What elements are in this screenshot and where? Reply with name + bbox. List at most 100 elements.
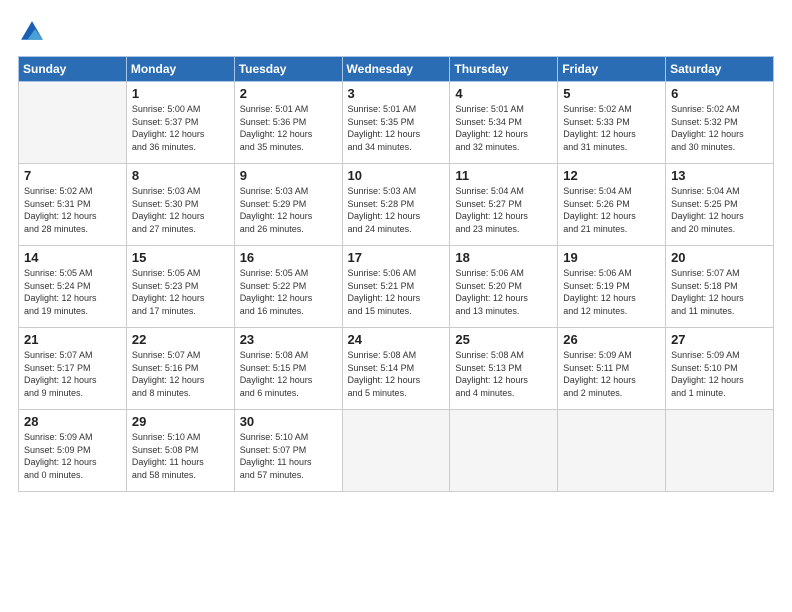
day-number: 3 [348, 86, 445, 101]
day-info: Sunrise: 5:05 AM Sunset: 5:23 PM Dayligh… [132, 267, 229, 317]
day-cell: 21 Sunrise: 5:07 AM Sunset: 5:17 PM Dayli… [19, 328, 127, 410]
day-cell: 15 Sunrise: 5:05 AM Sunset: 5:23 PM Dayli… [126, 246, 234, 328]
day-info: Sunrise: 5:08 AM Sunset: 5:15 PM Dayligh… [240, 349, 337, 399]
day-cell: 11 Sunrise: 5:04 AM Sunset: 5:27 PM Dayli… [450, 164, 558, 246]
day-cell: 5 Sunrise: 5:02 AM Sunset: 5:33 PM Daylig… [558, 82, 666, 164]
day-info: Sunrise: 5:02 AM Sunset: 5:32 PM Dayligh… [671, 103, 768, 153]
day-number: 7 [24, 168, 121, 183]
logo-icon [18, 18, 46, 46]
day-number: 26 [563, 332, 660, 347]
day-number: 22 [132, 332, 229, 347]
logo [18, 18, 50, 46]
day-number: 2 [240, 86, 337, 101]
day-cell: 20 Sunrise: 5:07 AM Sunset: 5:18 PM Dayli… [666, 246, 774, 328]
day-info: Sunrise: 5:08 AM Sunset: 5:14 PM Dayligh… [348, 349, 445, 399]
weekday-header-thursday: Thursday [450, 57, 558, 82]
day-info: Sunrise: 5:02 AM Sunset: 5:31 PM Dayligh… [24, 185, 121, 235]
day-number: 27 [671, 332, 768, 347]
day-info: Sunrise: 5:04 AM Sunset: 5:25 PM Dayligh… [671, 185, 768, 235]
day-cell: 30 Sunrise: 5:10 AM Sunset: 5:07 PM Dayli… [234, 410, 342, 492]
day-cell: 19 Sunrise: 5:06 AM Sunset: 5:19 PM Dayli… [558, 246, 666, 328]
day-number: 23 [240, 332, 337, 347]
day-number: 19 [563, 250, 660, 265]
weekday-header-saturday: Saturday [666, 57, 774, 82]
day-info: Sunrise: 5:10 AM Sunset: 5:07 PM Dayligh… [240, 431, 337, 481]
day-number: 6 [671, 86, 768, 101]
day-cell: 13 Sunrise: 5:04 AM Sunset: 5:25 PM Dayli… [666, 164, 774, 246]
day-info: Sunrise: 5:06 AM Sunset: 5:21 PM Dayligh… [348, 267, 445, 317]
day-number: 11 [455, 168, 552, 183]
weekday-header-friday: Friday [558, 57, 666, 82]
day-info: Sunrise: 5:09 AM Sunset: 5:09 PM Dayligh… [24, 431, 121, 481]
day-cell: 16 Sunrise: 5:05 AM Sunset: 5:22 PM Dayli… [234, 246, 342, 328]
day-cell: 7 Sunrise: 5:02 AM Sunset: 5:31 PM Daylig… [19, 164, 127, 246]
day-number: 16 [240, 250, 337, 265]
day-number: 10 [348, 168, 445, 183]
day-number: 28 [24, 414, 121, 429]
day-number: 13 [671, 168, 768, 183]
day-cell [558, 410, 666, 492]
day-info: Sunrise: 5:04 AM Sunset: 5:26 PM Dayligh… [563, 185, 660, 235]
day-number: 15 [132, 250, 229, 265]
day-cell: 22 Sunrise: 5:07 AM Sunset: 5:16 PM Dayli… [126, 328, 234, 410]
day-number: 21 [24, 332, 121, 347]
day-info: Sunrise: 5:03 AM Sunset: 5:29 PM Dayligh… [240, 185, 337, 235]
day-cell: 28 Sunrise: 5:09 AM Sunset: 5:09 PM Dayli… [19, 410, 127, 492]
day-cell: 18 Sunrise: 5:06 AM Sunset: 5:20 PM Dayli… [450, 246, 558, 328]
week-row-5: 28 Sunrise: 5:09 AM Sunset: 5:09 PM Dayli… [19, 410, 774, 492]
day-info: Sunrise: 5:02 AM Sunset: 5:33 PM Dayligh… [563, 103, 660, 153]
day-cell: 14Sunrise: 5:05 AM Sunset: 5:24 PM Dayli… [19, 246, 127, 328]
day-info: Sunrise: 5:01 AM Sunset: 5:35 PM Dayligh… [348, 103, 445, 153]
day-number: 18 [455, 250, 552, 265]
day-info: Sunrise: 5:08 AM Sunset: 5:13 PM Dayligh… [455, 349, 552, 399]
day-info: Sunrise: 5:00 AM Sunset: 5:37 PM Dayligh… [132, 103, 229, 153]
day-number: 20 [671, 250, 768, 265]
day-number: 25 [455, 332, 552, 347]
day-cell: 6 Sunrise: 5:02 AM Sunset: 5:32 PM Daylig… [666, 82, 774, 164]
day-info: Sunrise: 5:07 AM Sunset: 5:17 PM Dayligh… [24, 349, 121, 399]
day-number: 4 [455, 86, 552, 101]
day-info: Sunrise: 5:01 AM Sunset: 5:36 PM Dayligh… [240, 103, 337, 153]
day-info: Sunrise: 5:07 AM Sunset: 5:18 PM Dayligh… [671, 267, 768, 317]
day-cell: 27 Sunrise: 5:09 AM Sunset: 5:10 PM Dayli… [666, 328, 774, 410]
day-number: 17 [348, 250, 445, 265]
day-number: 29 [132, 414, 229, 429]
day-info: Sunrise: 5:09 AM Sunset: 5:10 PM Dayligh… [671, 349, 768, 399]
day-cell: 2 Sunrise: 5:01 AM Sunset: 5:36 PM Daylig… [234, 82, 342, 164]
day-cell: 24 Sunrise: 5:08 AM Sunset: 5:14 PM Dayli… [342, 328, 450, 410]
day-info: Sunrise: 5:04 AM Sunset: 5:27 PM Dayligh… [455, 185, 552, 235]
day-cell: 4Sunrise: 5:01 AM Sunset: 5:34 PM Daylig… [450, 82, 558, 164]
day-cell [450, 410, 558, 492]
day-cell [342, 410, 450, 492]
weekday-header-wednesday: Wednesday [342, 57, 450, 82]
day-info: Sunrise: 5:03 AM Sunset: 5:30 PM Dayligh… [132, 185, 229, 235]
day-cell: 12 Sunrise: 5:04 AM Sunset: 5:26 PM Dayli… [558, 164, 666, 246]
day-info: Sunrise: 5:06 AM Sunset: 5:19 PM Dayligh… [563, 267, 660, 317]
day-cell: 1 Sunrise: 5:00 AM Sunset: 5:37 PM Daylig… [126, 82, 234, 164]
week-row-4: 21 Sunrise: 5:07 AM Sunset: 5:17 PM Dayli… [19, 328, 774, 410]
day-info: Sunrise: 5:07 AM Sunset: 5:16 PM Dayligh… [132, 349, 229, 399]
day-number: 1 [132, 86, 229, 101]
day-cell: 10Sunrise: 5:03 AM Sunset: 5:28 PM Dayli… [342, 164, 450, 246]
day-number: 24 [348, 332, 445, 347]
calendar-table: SundayMondayTuesdayWednesdayThursdayFrid… [18, 56, 774, 492]
weekday-header-sunday: Sunday [19, 57, 127, 82]
day-info: Sunrise: 5:06 AM Sunset: 5:20 PM Dayligh… [455, 267, 552, 317]
day-number: 30 [240, 414, 337, 429]
day-info: Sunrise: 5:10 AM Sunset: 5:08 PM Dayligh… [132, 431, 229, 481]
day-cell: 17 Sunrise: 5:06 AM Sunset: 5:21 PM Dayli… [342, 246, 450, 328]
day-info: Sunrise: 5:05 AM Sunset: 5:24 PM Dayligh… [24, 267, 121, 317]
day-cell: 29 Sunrise: 5:10 AM Sunset: 5:08 PM Dayli… [126, 410, 234, 492]
week-row-2: 7 Sunrise: 5:02 AM Sunset: 5:31 PM Daylig… [19, 164, 774, 246]
weekday-header-monday: Monday [126, 57, 234, 82]
day-cell: 3 Sunrise: 5:01 AM Sunset: 5:35 PM Daylig… [342, 82, 450, 164]
day-number: 12 [563, 168, 660, 183]
day-cell: 26Sunrise: 5:09 AM Sunset: 5:11 PM Dayli… [558, 328, 666, 410]
day-number: 9 [240, 168, 337, 183]
header [18, 18, 774, 46]
week-row-3: 14Sunrise: 5:05 AM Sunset: 5:24 PM Dayli… [19, 246, 774, 328]
day-info: Sunrise: 5:05 AM Sunset: 5:22 PM Dayligh… [240, 267, 337, 317]
day-number: 8 [132, 168, 229, 183]
weekday-header-row: SundayMondayTuesdayWednesdayThursdayFrid… [19, 57, 774, 82]
day-number: 5 [563, 86, 660, 101]
